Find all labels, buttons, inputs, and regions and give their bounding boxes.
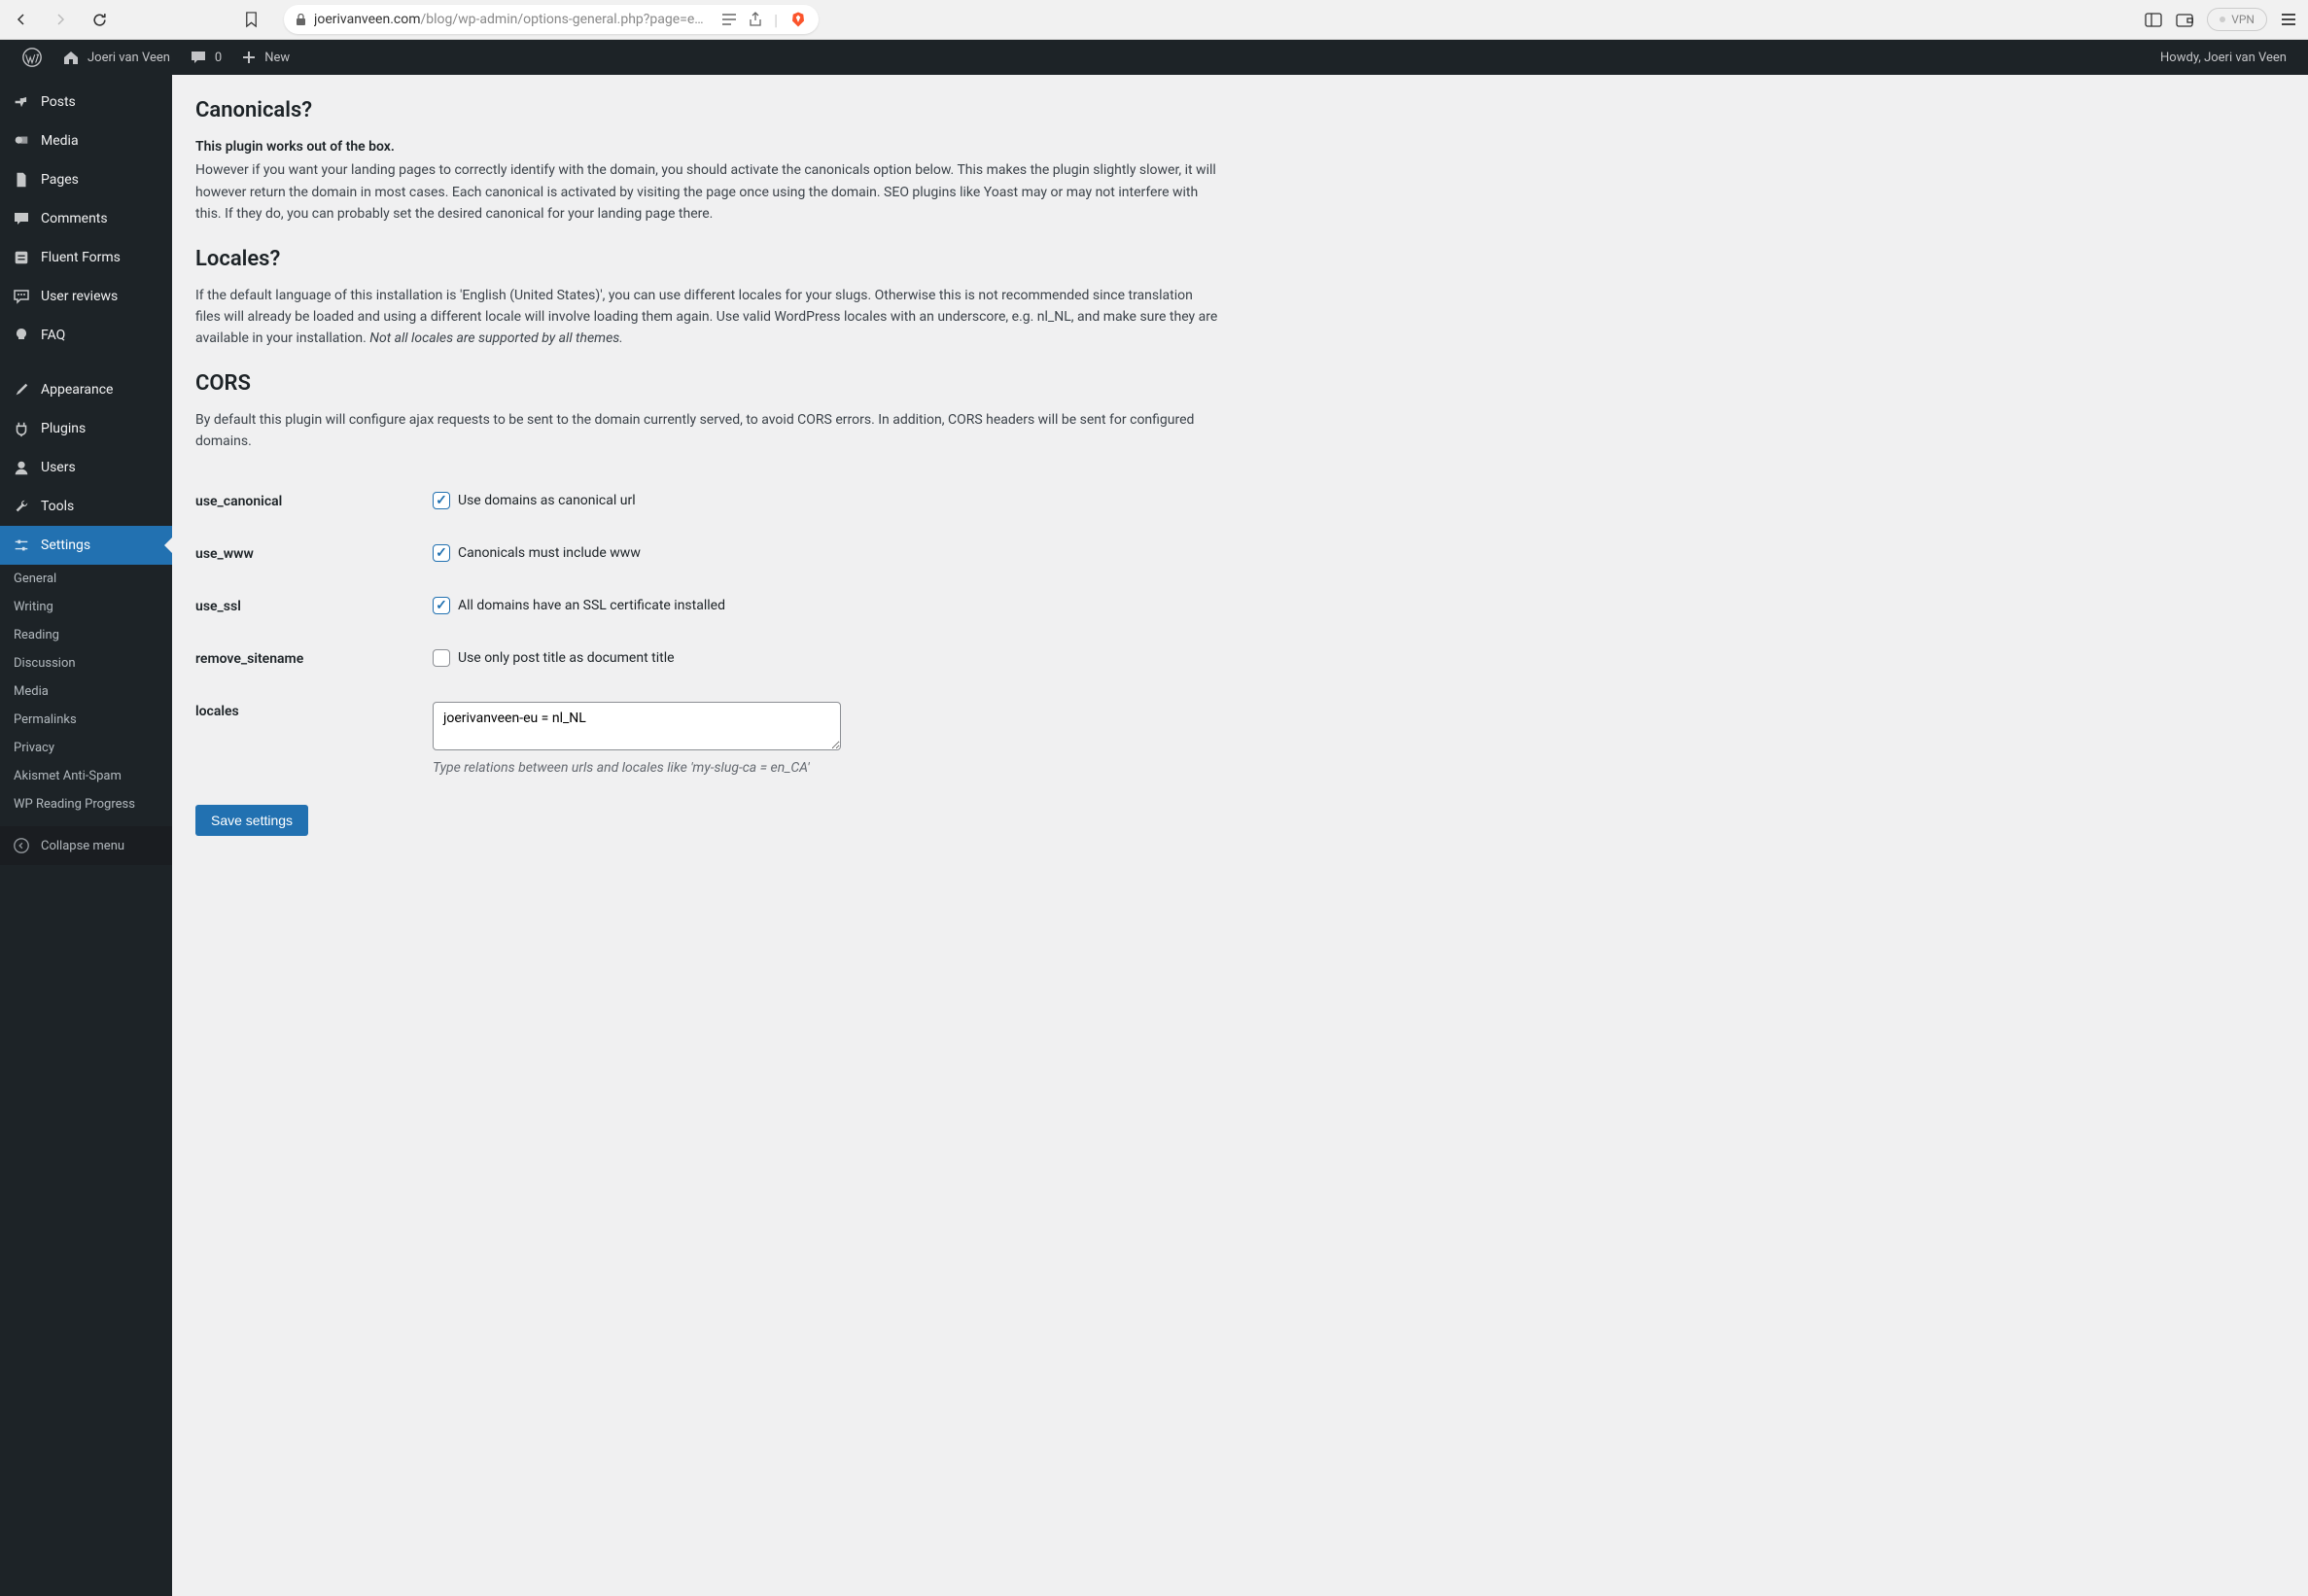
media-icon bbox=[12, 131, 31, 151]
checkbox-label: Use domains as canonical url bbox=[458, 493, 636, 508]
sidebar-item-comments[interactable]: Comments bbox=[0, 199, 172, 238]
submenu-item-wp-reading-progress[interactable]: WP Reading Progress bbox=[0, 790, 172, 818]
submenu-item-general[interactable]: General bbox=[0, 565, 172, 593]
forward-button[interactable] bbox=[51, 10, 70, 29]
sidebar-item-fluent-forms[interactable]: Fluent Forms bbox=[0, 238, 172, 277]
user-icon bbox=[12, 458, 31, 477]
field-label: use_ssl bbox=[195, 597, 433, 614]
field-remove-sitename: remove_sitename Use only post title as d… bbox=[195, 632, 1218, 684]
checkbox-label: Canonicals must include www bbox=[458, 545, 641, 561]
new-button[interactable]: New bbox=[231, 40, 299, 75]
canonicals-heading: Canonicals? bbox=[195, 98, 1218, 122]
lightbulb-icon bbox=[12, 326, 31, 345]
reader-mode-icon[interactable] bbox=[721, 13, 737, 26]
submenu-item-discussion[interactable]: Discussion bbox=[0, 649, 172, 677]
field-use-www: use_www Canonicals must include www bbox=[195, 527, 1218, 579]
submenu-item-writing[interactable]: Writing bbox=[0, 593, 172, 621]
vpn-status-dot bbox=[2220, 17, 2225, 22]
url-text: joerivanveen.com/blog/wp-admin/options-g… bbox=[314, 12, 710, 27]
site-name-button[interactable]: Joeri van Veen bbox=[52, 40, 180, 75]
field-label: use_canonical bbox=[195, 492, 433, 509]
lock-icon bbox=[296, 14, 306, 26]
brush-icon bbox=[12, 380, 31, 399]
locales-textarea[interactable] bbox=[433, 702, 841, 750]
admin-sidebar: Posts Media Pages Comments Fluent Forms … bbox=[0, 75, 172, 1596]
wordpress-logo-icon bbox=[21, 47, 43, 68]
wp-logo-button[interactable] bbox=[12, 40, 52, 75]
submenu-item-akismet[interactable]: Akismet Anti-Spam bbox=[0, 762, 172, 790]
sidebar-item-settings[interactable]: Settings bbox=[0, 526, 172, 565]
checkbox-label: Use only post title as document title bbox=[458, 650, 675, 666]
field-label: use_www bbox=[195, 544, 433, 562]
plus-icon bbox=[241, 50, 257, 65]
field-label: remove_sitename bbox=[195, 649, 433, 667]
wallet-icon[interactable] bbox=[2176, 13, 2193, 27]
collapse-icon bbox=[12, 836, 31, 855]
submenu-item-privacy[interactable]: Privacy bbox=[0, 734, 172, 762]
bookmark-button[interactable] bbox=[241, 10, 261, 29]
field-label: locales bbox=[195, 702, 433, 719]
cors-description: By default this plugin will configure aj… bbox=[195, 409, 1218, 453]
sidebar-item-appearance[interactable]: Appearance bbox=[0, 370, 172, 409]
cors-heading: CORS bbox=[195, 371, 1218, 396]
wrench-icon bbox=[12, 497, 31, 516]
use-canonical-checkbox[interactable] bbox=[433, 492, 450, 509]
comments-button[interactable]: 0 bbox=[180, 40, 231, 75]
use-www-checkbox[interactable] bbox=[433, 544, 450, 562]
share-icon[interactable] bbox=[749, 12, 762, 27]
reload-button[interactable] bbox=[89, 10, 109, 29]
home-icon bbox=[62, 50, 80, 65]
comment-icon bbox=[12, 209, 31, 228]
field-use-ssl: use_ssl All domains have an SSL certific… bbox=[195, 579, 1218, 632]
sidebar-item-user-reviews[interactable]: User reviews bbox=[0, 277, 172, 316]
use-ssl-checkbox[interactable] bbox=[433, 597, 450, 614]
menu-icon[interactable] bbox=[2281, 13, 2296, 26]
back-button[interactable] bbox=[12, 10, 31, 29]
browser-nav-controls bbox=[12, 10, 109, 29]
sidebar-item-plugins[interactable]: Plugins bbox=[0, 409, 172, 448]
settings-form: use_canonical Use domains as canonical u… bbox=[195, 474, 1218, 793]
url-bar[interactable]: joerivanveen.com/blog/wp-admin/options-g… bbox=[284, 5, 819, 34]
vpn-button[interactable]: VPN bbox=[2207, 8, 2267, 31]
sidebar-item-tools[interactable]: Tools bbox=[0, 487, 172, 526]
browser-right-controls: VPN bbox=[2145, 8, 2296, 31]
remove-sitename-checkbox[interactable] bbox=[433, 649, 450, 667]
checkbox-label: All domains have an SSL certificate inst… bbox=[458, 598, 725, 613]
locales-description: Type relations between urls and locales … bbox=[433, 760, 1218, 776]
sliders-icon bbox=[12, 536, 31, 555]
sidebar-item-media[interactable]: Media bbox=[0, 121, 172, 160]
locales-description: If the default language of this installa… bbox=[195, 285, 1218, 350]
reviews-icon bbox=[12, 287, 31, 306]
save-settings-button[interactable]: Save settings bbox=[195, 805, 308, 836]
submenu-item-media[interactable]: Media bbox=[0, 677, 172, 706]
sidebar-item-faq[interactable]: FAQ bbox=[0, 316, 172, 355]
submenu-item-reading[interactable]: Reading bbox=[0, 621, 172, 649]
sidebar-item-pages[interactable]: Pages bbox=[0, 160, 172, 199]
plug-icon bbox=[12, 419, 31, 438]
locales-heading: Locales? bbox=[195, 247, 1218, 271]
account-button[interactable]: Howdy, Joeri van Veen bbox=[2151, 40, 2296, 75]
canonicals-description: This plugin works out of the box. Howeve… bbox=[195, 136, 1218, 226]
brave-shield-icon[interactable] bbox=[789, 11, 807, 28]
sidebar-item-users[interactable]: Users bbox=[0, 448, 172, 487]
field-use-canonical: use_canonical Use domains as canonical u… bbox=[195, 474, 1218, 527]
sidebar-toggle-icon[interactable] bbox=[2145, 13, 2162, 27]
submenu-item-permalinks[interactable]: Permalinks bbox=[0, 706, 172, 734]
comment-icon bbox=[190, 50, 207, 65]
page-icon bbox=[12, 170, 31, 190]
wp-admin-bar: Joeri van Veen 0 New Howdy, Joeri van Ve… bbox=[0, 40, 2308, 75]
form-icon bbox=[12, 248, 31, 267]
browser-chrome: joerivanveen.com/blog/wp-admin/options-g… bbox=[0, 0, 2308, 40]
collapse-menu-button[interactable]: Collapse menu bbox=[0, 826, 172, 865]
field-locales: locales Type relations between urls and … bbox=[195, 684, 1218, 793]
main-content: Canonicals? This plugin works out of the… bbox=[172, 75, 1241, 1596]
sidebar-item-posts[interactable]: Posts bbox=[0, 83, 172, 121]
pin-icon bbox=[12, 92, 31, 112]
